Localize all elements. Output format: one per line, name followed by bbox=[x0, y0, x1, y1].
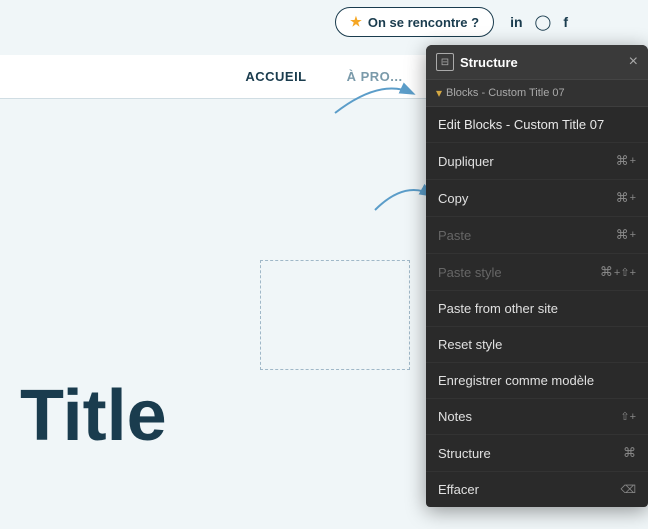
panel-header-left: ⊟ Structure bbox=[436, 53, 518, 71]
arrow1-icon bbox=[330, 68, 420, 118]
menu-item-label: Paste from other site bbox=[438, 301, 558, 316]
linkedin-icon[interactable]: in bbox=[510, 14, 522, 30]
menu-item-shortcut: ⌘+ bbox=[616, 227, 636, 243]
menu-item-delete[interactable]: Effacer ⌫ bbox=[426, 472, 648, 507]
panel-header: ⊟ Structure × bbox=[426, 45, 648, 80]
structure-panel: ⊟ Structure × ▾ Blocks - Custom Title 07… bbox=[426, 45, 648, 507]
menu-item-label: Copy bbox=[438, 191, 468, 206]
site-topbar: ★ On se rencontre ? in ◯ f bbox=[0, 0, 648, 44]
facebook-icon[interactable]: f bbox=[563, 14, 568, 30]
menu-item-label: Edit Blocks - Custom Title 07 bbox=[438, 117, 604, 132]
menu-item-label: Notes bbox=[438, 409, 472, 424]
menu-item-label: Dupliquer bbox=[438, 154, 494, 169]
menu-item-save-template[interactable]: Enregistrer comme modèle bbox=[426, 363, 648, 399]
panel-breadcrumb: ▾ Blocks - Custom Title 07 bbox=[426, 80, 648, 107]
menu-item-shortcut: ⌘+ bbox=[616, 153, 636, 169]
cta-button[interactable]: ★ On se rencontre ? bbox=[335, 7, 494, 37]
social-icons: in ◯ f bbox=[510, 13, 568, 31]
instagram-icon[interactable]: ◯ bbox=[535, 13, 552, 31]
selection-box bbox=[260, 260, 410, 370]
menu-item-label: Paste bbox=[438, 228, 471, 243]
panel-title: Structure bbox=[460, 55, 518, 70]
menu-item[interactable]: Edit Blocks - Custom Title 07 bbox=[426, 107, 648, 143]
menu-item[interactable]: Dupliquer ⌘+ bbox=[426, 143, 648, 180]
menu-item-label: Paste style bbox=[438, 265, 502, 280]
menu-item-shortcut: ⌘+ bbox=[616, 190, 636, 206]
close-button[interactable]: × bbox=[629, 54, 638, 70]
menu-item-label: Effacer bbox=[438, 482, 479, 497]
menu-item-label: Enregistrer comme modèle bbox=[438, 373, 594, 388]
menu-item-shortcut: ⌘+⇧+ bbox=[600, 264, 636, 280]
site-title: Title bbox=[20, 376, 167, 456]
menu-item-label: Reset style bbox=[438, 337, 502, 352]
menu-item-structure[interactable]: Structure ⌘ bbox=[426, 435, 648, 472]
panel-icon: ⊟ bbox=[436, 53, 454, 71]
menu-item-notes[interactable]: Notes ⇧+ bbox=[426, 399, 648, 435]
menu-item-shortcut: ⇧+ bbox=[620, 410, 636, 423]
breadcrumb-arrow-icon: ▾ bbox=[436, 86, 442, 100]
menu-item-paste-style[interactable]: Paste style ⌘+⇧+ bbox=[426, 254, 648, 291]
menu-item-copy[interactable]: Copy ⌘+ bbox=[426, 180, 648, 217]
breadcrumb-text: Blocks - Custom Title 07 bbox=[446, 87, 565, 99]
menu-item-label: Structure bbox=[438, 446, 491, 461]
menu-item-shortcut: ⌫ bbox=[620, 483, 636, 496]
nav-accueil[interactable]: ACCUEIL bbox=[245, 69, 306, 84]
menu-item-paste-other[interactable]: Paste from other site bbox=[426, 291, 648, 327]
cta-label: On se rencontre ? bbox=[368, 15, 479, 30]
star-icon: ★ bbox=[350, 14, 362, 30]
menu-item-paste[interactable]: Paste ⌘+ bbox=[426, 217, 648, 254]
site-title-area: Title bbox=[20, 380, 167, 452]
menu-item-shortcut: ⌘ bbox=[623, 445, 636, 461]
menu-item-reset-style[interactable]: Reset style bbox=[426, 327, 648, 363]
